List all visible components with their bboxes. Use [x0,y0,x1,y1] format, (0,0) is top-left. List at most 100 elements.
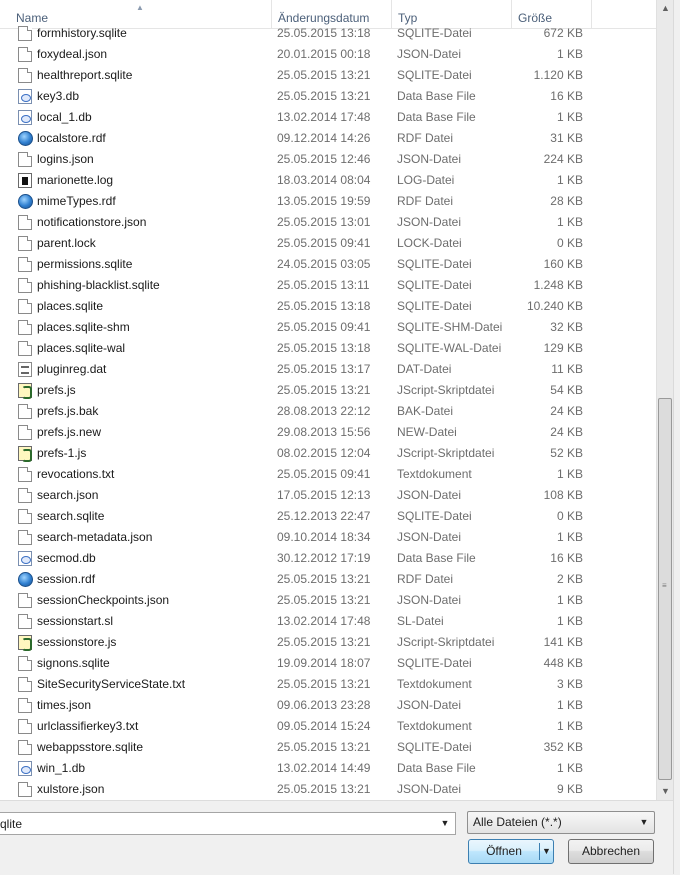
open-button[interactable]: Öffnen ▼ [468,839,554,864]
file-date: 29.08.2013 15:56 [277,425,371,439]
file-type: JSON-Datei [397,782,462,796]
file-row[interactable]: localstore.rdf 09.12.2014 14:26 RDF Datei 3… [0,128,656,149]
file-type: JSON-Datei [397,530,462,544]
file-type: SL-Datei [397,614,444,628]
file-size: 1 KB [556,215,583,229]
file-name: prefs.js.new [37,425,102,439]
file-row[interactable]: revocations.txt 25.05.2015 09:41 Textdokum… [0,464,656,485]
database-file-icon [18,89,32,104]
dat-file-icon [18,362,32,377]
file-row[interactable]: logins.json 25.05.2015 12:46 JSON-Datei 224… [0,149,656,170]
file-row[interactable]: prefs.js 25.05.2015 13:21 JScript-Skriptda… [0,380,656,401]
filetype-select[interactable]: Alle Dateien (*.*) ▼ [467,811,655,834]
file-size: 1.120 KB [533,68,583,82]
file-row[interactable]: permissions.sqlite 24.05.2015 03:05 SQLITE… [0,254,656,275]
open-options-chevron-down-icon[interactable]: ▼ [540,840,553,863]
file-type: SQLITE-Datei [397,299,472,313]
file-size: 24 KB [550,425,583,439]
file-size: 16 KB [550,551,583,565]
file-row[interactable]: sessionstore.js 25.05.2015 13:21 JScript-S… [0,632,656,653]
filetype-selected-value: Alle Dateien (*.*) [473,815,562,829]
file-type: JSON-Datei [397,488,462,502]
file-name: key3.db [37,89,80,103]
chevron-down-icon[interactable]: ▼ [638,812,650,833]
file-row[interactable]: secmod.db 30.12.2012 17:19 Data Base File 1… [0,548,656,569]
doc-icon [18,509,32,524]
file-row[interactable]: urlclassifierkey3.txt 09.05.2014 15:24 Tex… [0,716,656,737]
file-row[interactable]: healthreport.sqlite 25.05.2015 13:21 SQLIT… [0,65,656,86]
file-date: 25.05.2015 13:11 [277,278,370,292]
file-size: 11 KB [551,362,583,376]
filename-combobox[interactable]: ▼ [0,812,456,835]
doc-icon [18,530,32,545]
file-row[interactable]: local_1.db 13.02.2014 17:48 Data Base File… [0,107,656,128]
file-row[interactable]: prefs-1.js 08.02.2015 12:04 JScript-Skript… [0,443,656,464]
file-row[interactable]: win_1.db 13.02.2014 14:49 Data Base File 1 … [0,758,656,779]
file-type: Textdokument [397,677,472,691]
file-size: 2 KB [556,572,583,586]
file-date: 25.05.2015 13:21 [277,782,371,796]
file-row[interactable]: pluginreg.dat 25.05.2015 13:17 DAT-Datei 11… [0,359,656,380]
file-row[interactable]: sessionCheckpoints.json 25.05.2015 13:21 J… [0,590,656,611]
scroll-down-icon[interactable]: ▼ [657,783,674,800]
file-row[interactable]: formhistory.sqlite 25.05.2015 13:18 SQLITE… [0,23,656,44]
file-row[interactable]: SiteSecurityServiceState.txt 25.05.2015 1… [0,674,656,695]
file-row[interactable]: search.json 17.05.2015 12:13 JSON-Datei 108… [0,485,656,506]
file-row[interactable]: marionette.log 18.03.2014 08:04 LOG-Datei 1… [0,170,656,191]
file-type: Data Base File [397,761,476,775]
doc-icon [18,47,32,62]
filename-input[interactable] [0,813,430,834]
file-row[interactable]: search.sqlite 25.12.2013 22:47 SQLITE-Date… [0,506,656,527]
file-row[interactable]: foxydeal.json 20.01.2015 00:18 JSON-Datei 1… [0,44,656,65]
file-size: 1 KB [556,761,583,775]
file-name: places.sqlite-shm [37,320,130,334]
file-size: 1 KB [556,110,583,124]
file-row[interactable]: session.rdf 25.05.2015 13:21 RDF Datei 2 KB [0,569,656,590]
doc-icon [18,782,32,797]
scroll-up-icon[interactable]: ▲ [657,0,674,17]
file-date: 25.05.2015 13:21 [277,635,371,649]
file-row[interactable]: places.sqlite-shm 25.05.2015 09:41 SQLITE-… [0,317,656,338]
file-row[interactable]: key3.db 25.05.2015 13:21 Data Base File 16 … [0,86,656,107]
file-row[interactable]: times.json 09.06.2013 23:28 JSON-Datei 1 KB [0,695,656,716]
file-row[interactable]: notificationstore.json 25.05.2015 13:01 JS… [0,212,656,233]
file-name: secmod.db [37,551,96,565]
file-type: SQLITE-SHM-Datei [397,320,503,334]
file-row[interactable]: parent.lock 25.05.2015 09:41 LOCK-Datei 0 K… [0,233,656,254]
cancel-button[interactable]: Abbrechen [568,839,654,864]
file-list-pane[interactable]: Name ▲ Änderungsdatum Typ Größe formhist… [0,0,656,800]
jscript-file-icon [18,635,32,651]
rdf-globe-icon [18,572,33,587]
file-size: 141 KB [543,635,583,649]
file-date: 24.05.2015 03:05 [277,257,371,271]
database-file-icon [18,110,32,125]
chevron-down-icon[interactable]: ▼ [439,813,451,834]
file-size: 3 KB [556,677,583,691]
file-name: signons.sqlite [37,656,110,670]
file-row[interactable]: search-metadata.json 09.10.2014 18:34 JSON… [0,527,656,548]
file-name: localstore.rdf [37,131,106,145]
file-name: parent.lock [37,236,96,250]
file-row[interactable]: sessionstart.sl 13.02.2014 17:48 SL-Datei 1… [0,611,656,632]
vertical-scrollbar[interactable]: ▲ ≡ ▼ [656,0,674,800]
file-row[interactable]: prefs.js.new 29.08.2013 15:56 NEW-Datei 24 … [0,422,656,443]
grip-icon: ≡ [662,581,667,590]
file-row[interactable]: phishing-blacklist.sqlite 25.05.2015 13:1… [0,275,656,296]
file-row[interactable]: places.sqlite 25.05.2015 13:18 SQLITE-Date… [0,296,656,317]
doc-icon [18,677,32,692]
file-row[interactable]: signons.sqlite 19.09.2014 18:07 SQLITE-Dat… [0,653,656,674]
file-size: 1 KB [556,530,583,544]
file-name: formhistory.sqlite [37,26,127,40]
file-name: search.json [37,488,99,502]
doc-icon [18,404,32,419]
file-row[interactable]: prefs.js.bak 28.08.2013 22:12 BAK-Datei 24 … [0,401,656,422]
file-row[interactable]: places.sqlite-wal 25.05.2015 13:18 SQLITE-… [0,338,656,359]
doc-icon [18,278,32,293]
file-row[interactable]: webappsstore.sqlite 25.05.2015 13:21 SQLIT… [0,737,656,758]
file-date: 25.05.2015 09:41 [277,467,371,481]
file-row[interactable]: mimeTypes.rdf 13.05.2015 19:59 RDF Datei 28… [0,191,656,212]
scrollbar-thumb[interactable]: ≡ [658,398,672,780]
file-size: 32 KB [550,320,583,334]
file-row[interactable]: xulstore.json 25.05.2015 13:21 JSON-Datei 9… [0,779,656,800]
file-date: 20.01.2015 00:18 [277,47,371,61]
